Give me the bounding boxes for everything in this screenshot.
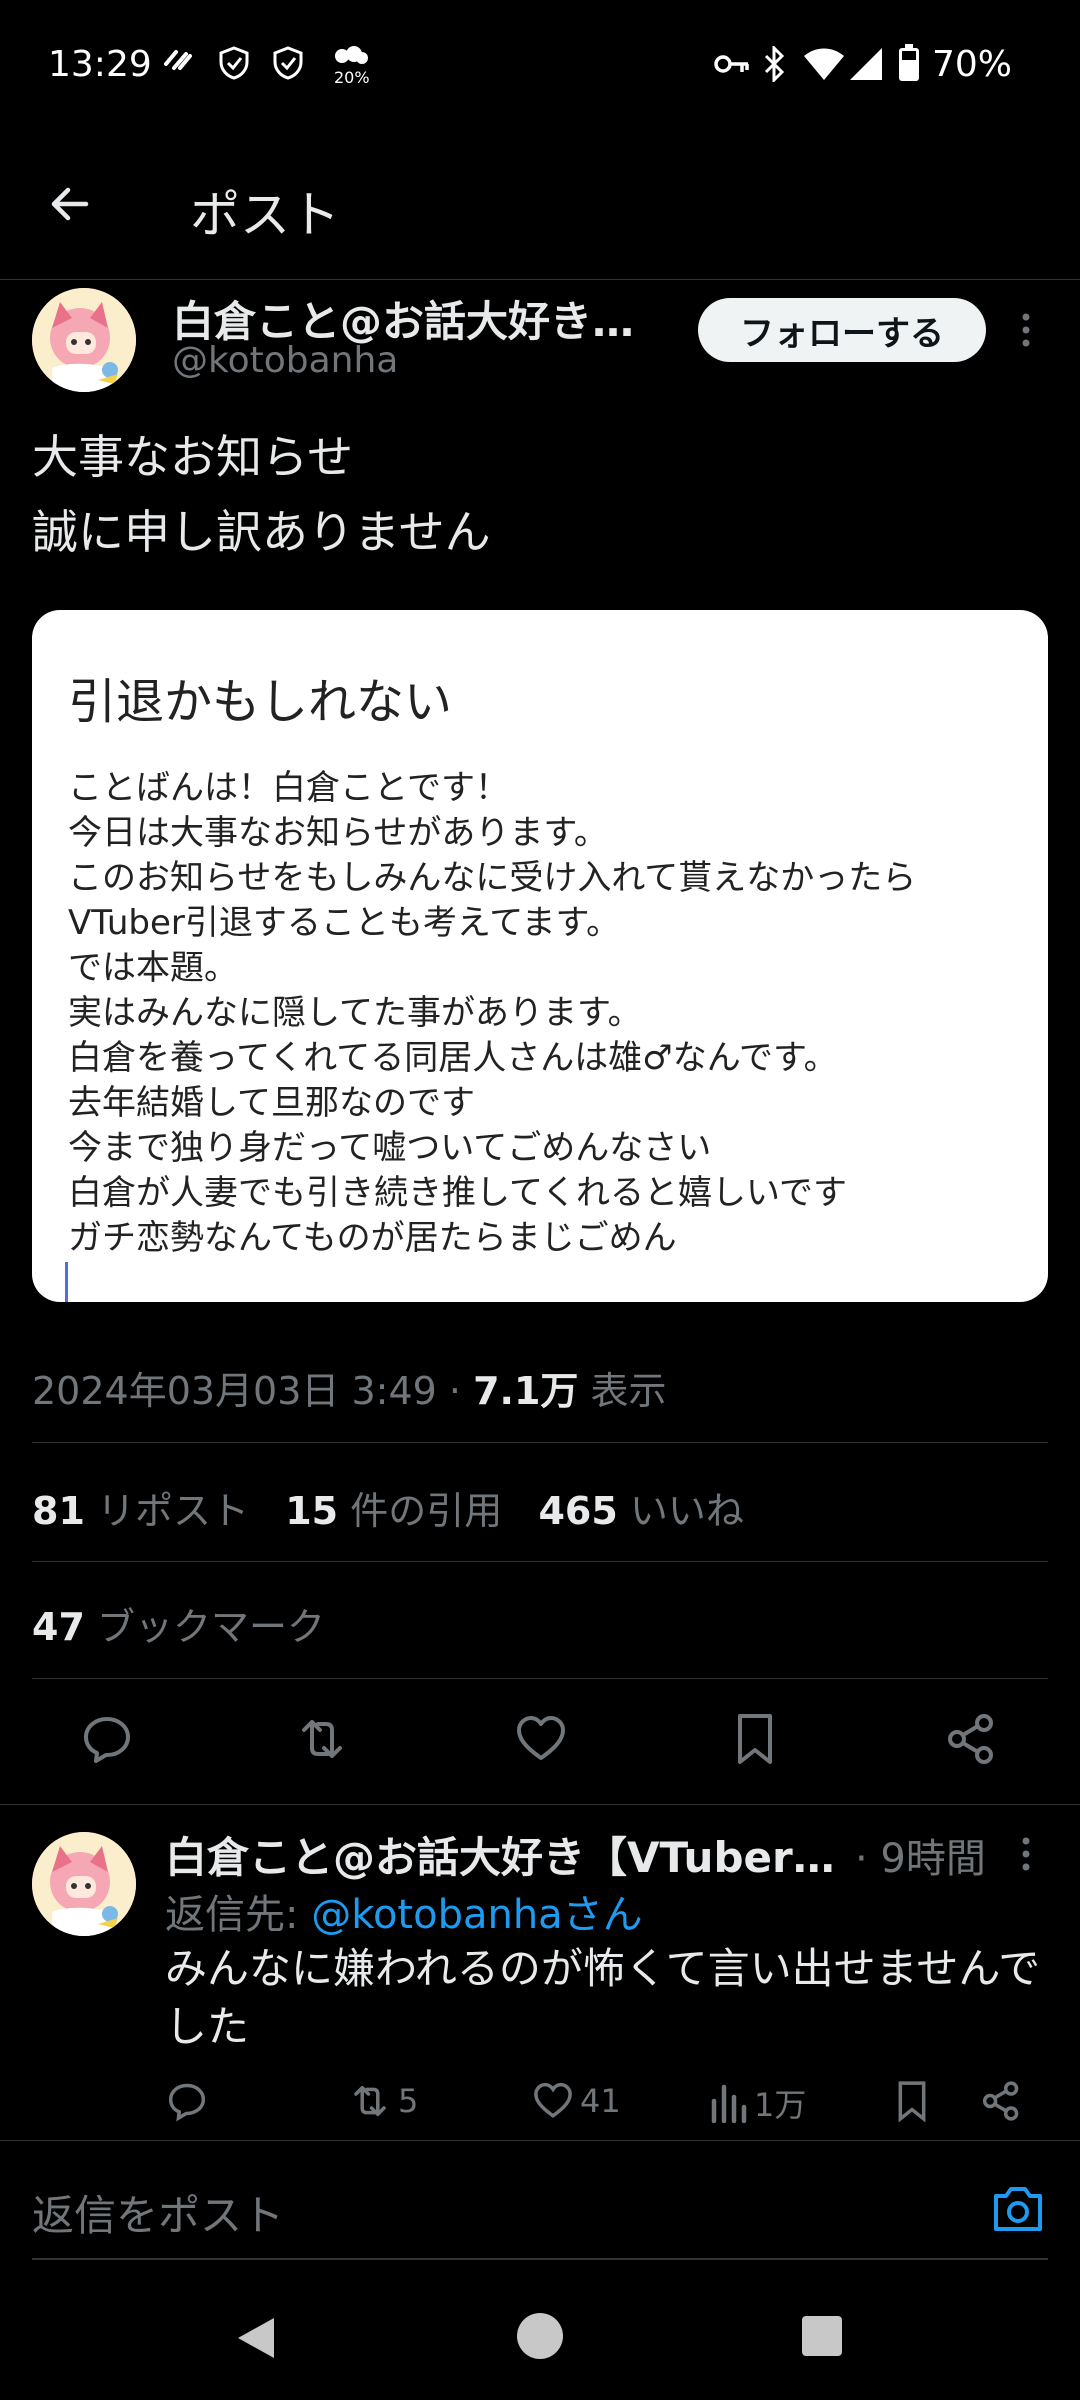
- quotes-count: 15: [285, 1489, 339, 1533]
- follow-button[interactable]: フォローする: [698, 298, 986, 362]
- reply-repost-button[interactable]: 5: [348, 2080, 418, 2122]
- notice-line: ガチ恋勢なんてものが居たらまじごめん: [68, 1218, 677, 1258]
- nav-back-icon[interactable]: [234, 2314, 278, 2362]
- quotes-label: 件の引用: [338, 1489, 503, 1533]
- likes-stat[interactable]: 465 いいね: [538, 1489, 743, 1533]
- reply-icon: [166, 2080, 208, 2122]
- reply-to-handle[interactable]: @kotobanhaさん: [311, 1892, 642, 1938]
- notice-line: VTuber引退することも考えてます。: [68, 903, 621, 943]
- bookmark-icon[interactable]: [730, 1712, 780, 1766]
- views-label: 表示: [578, 1369, 667, 1413]
- reply-text: みんなに嫌われるのが怖くて言い出せませんでした: [165, 1944, 1041, 2051]
- reposts-stat[interactable]: 81 リポスト: [32, 1489, 249, 1533]
- bookmarks-stat[interactable]: 47 ブックマーク: [32, 1596, 325, 1651]
- reposts-label: リポスト: [84, 1489, 249, 1533]
- system-nav-bar: [0, 2270, 1080, 2400]
- vpn-key-icon: [714, 52, 750, 76]
- quotes-stat[interactable]: 15 件の引用: [285, 1489, 502, 1533]
- back-arrow-icon[interactable]: [46, 180, 94, 228]
- notice-line: 白倉が人妻でも引き続き推してくれると嬉しいです: [68, 1173, 847, 1213]
- text-cursor: [65, 1262, 68, 1302]
- divider: [32, 1678, 1048, 1679]
- status-bar: 13:29 20% 70%: [0, 0, 1080, 130]
- wifi-icon: [804, 48, 844, 80]
- like-icon: [532, 2080, 574, 2122]
- reply-bookmark-button[interactable]: [892, 2080, 932, 2122]
- post-timestamp: 2024年03月03日 3:49 ·: [32, 1369, 474, 1413]
- more-options-icon[interactable]: [1018, 312, 1034, 348]
- repost-icon: [348, 2080, 392, 2122]
- weather-icon: [330, 44, 370, 68]
- reply-repost-count: 5: [398, 2082, 419, 2120]
- likes-label: いいね: [617, 1489, 744, 1533]
- reply-views-button[interactable]: 1万: [710, 2080, 806, 2126]
- divider: [32, 1442, 1048, 1443]
- reply-to-line: 返信先: @kotobanhaさん: [165, 1882, 643, 1940]
- notice-line: 去年結婚して旦那なのです: [68, 1083, 475, 1123]
- status-time: 13:29: [48, 44, 152, 85]
- notice-line: このお知らせをもしみんなに受け入れて貰えなかったら: [68, 858, 917, 898]
- reply-time: · 9時間: [855, 1836, 986, 1882]
- post-timestamp-views: 2024年03月03日 3:49 · 7.1万 表示: [32, 1360, 667, 1415]
- reply-author-avatar[interactable]: [32, 1832, 136, 1936]
- nav-home-icon[interactable]: [516, 2312, 564, 2360]
- post-text-line: 誠に申し訳ありません: [32, 505, 491, 559]
- reposts-count: 81: [32, 1489, 85, 1533]
- notice-title: 引退かもしれない: [68, 674, 453, 730]
- notice-line: 実はみんなに隠してた事があります。: [68, 993, 642, 1033]
- camera-icon[interactable]: [990, 2184, 1046, 2234]
- reply-views-count: 1万: [754, 2086, 807, 2124]
- bluetooth-icon: [762, 46, 786, 82]
- engagement-stats: 81 リポスト 15 件の引用 465 いいね: [32, 1480, 744, 1535]
- notice-line: では本題。: [68, 948, 238, 988]
- reply-input[interactable]: 返信をポスト: [32, 2182, 284, 2243]
- shield-icon: [218, 46, 250, 80]
- post-text-line: 大事なお知らせ: [32, 430, 354, 484]
- author-avatar[interactable]: [32, 288, 136, 392]
- post-text: 大事なお知らせ 誠に申し訳ありません: [32, 420, 1042, 570]
- battery-icon: [898, 44, 920, 82]
- signal-icon: [850, 48, 882, 80]
- share-icon: [980, 2080, 1022, 2122]
- analytics-icon: [710, 2083, 748, 2123]
- divider: [32, 1561, 1048, 1562]
- divider: [0, 1804, 1080, 1805]
- repost-icon[interactable]: [294, 1712, 350, 1766]
- notif-badge: 20%: [334, 68, 370, 87]
- likes-count: 465: [538, 1489, 618, 1533]
- battery-percent: 70%: [932, 44, 1013, 85]
- bookmarks-count: 47: [32, 1605, 85, 1649]
- shield-icon-2: [272, 46, 304, 80]
- reply-like-button[interactable]: 41: [532, 2080, 621, 2122]
- composer-underline: [32, 2258, 1048, 2260]
- notice-line: 今まで独り身だって嘘ついてごめんなさい: [68, 1128, 712, 1168]
- more-options-icon[interactable]: [1018, 1836, 1034, 1872]
- page-title: ポスト: [190, 186, 340, 244]
- share-icon[interactable]: [944, 1712, 998, 1766]
- notice-line: 白倉を養ってくれてる同居人さんは雄♂なんです。: [68, 1038, 838, 1078]
- notice-body: ことばんは！白倉ことです！ 今日は大事なお知らせがあります。 このお知らせをもし…: [68, 766, 1028, 1261]
- views-count: 7.1万: [473, 1369, 579, 1413]
- notice-line: ことばんは！白倉ことです！: [68, 768, 509, 808]
- notice-line: 今日は大事なお知らせがあります。: [68, 813, 608, 853]
- link-icon: [162, 46, 194, 74]
- reply-like-count: 41: [580, 2082, 621, 2120]
- bookmark-icon: [892, 2080, 932, 2122]
- reply-author-name[interactable]: 白倉こと@お話大好き【VTuber】...: [165, 1824, 845, 1885]
- reply-share-button[interactable]: [980, 2080, 1022, 2122]
- reply-reply-button[interactable]: [166, 2080, 208, 2122]
- bookmarks-label: ブックマーク: [84, 1605, 325, 1649]
- reply-to-prefix: 返信先:: [165, 1892, 312, 1938]
- author-handle[interactable]: @kotobanha: [172, 340, 398, 381]
- top-app-bar: [0, 150, 1080, 280]
- like-icon[interactable]: [514, 1712, 568, 1766]
- nav-recents-icon[interactable]: [802, 2316, 842, 2356]
- reply-icon[interactable]: [80, 1712, 134, 1766]
